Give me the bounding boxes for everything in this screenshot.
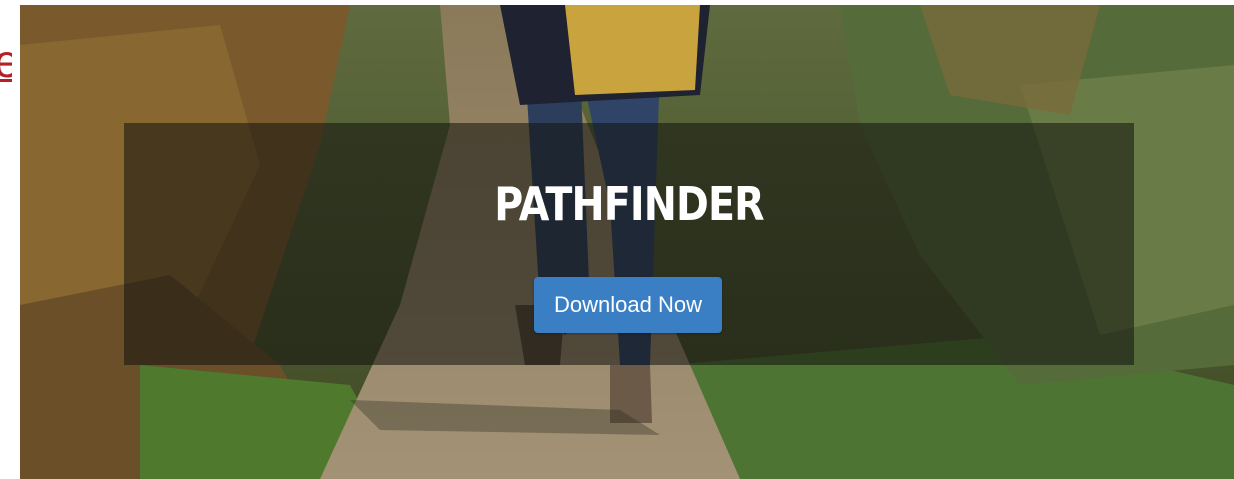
hero-title: PATHFINDER — [494, 177, 764, 231]
cropped-edge-text: e — [0, 38, 12, 84]
page: e — [0, 0, 1234, 479]
download-now-button[interactable]: Download Now — [534, 277, 722, 333]
hero-overlay: PATHFINDER Download Now — [124, 123, 1134, 365]
hero-banner: PATHFINDER Download Now — [20, 5, 1234, 479]
